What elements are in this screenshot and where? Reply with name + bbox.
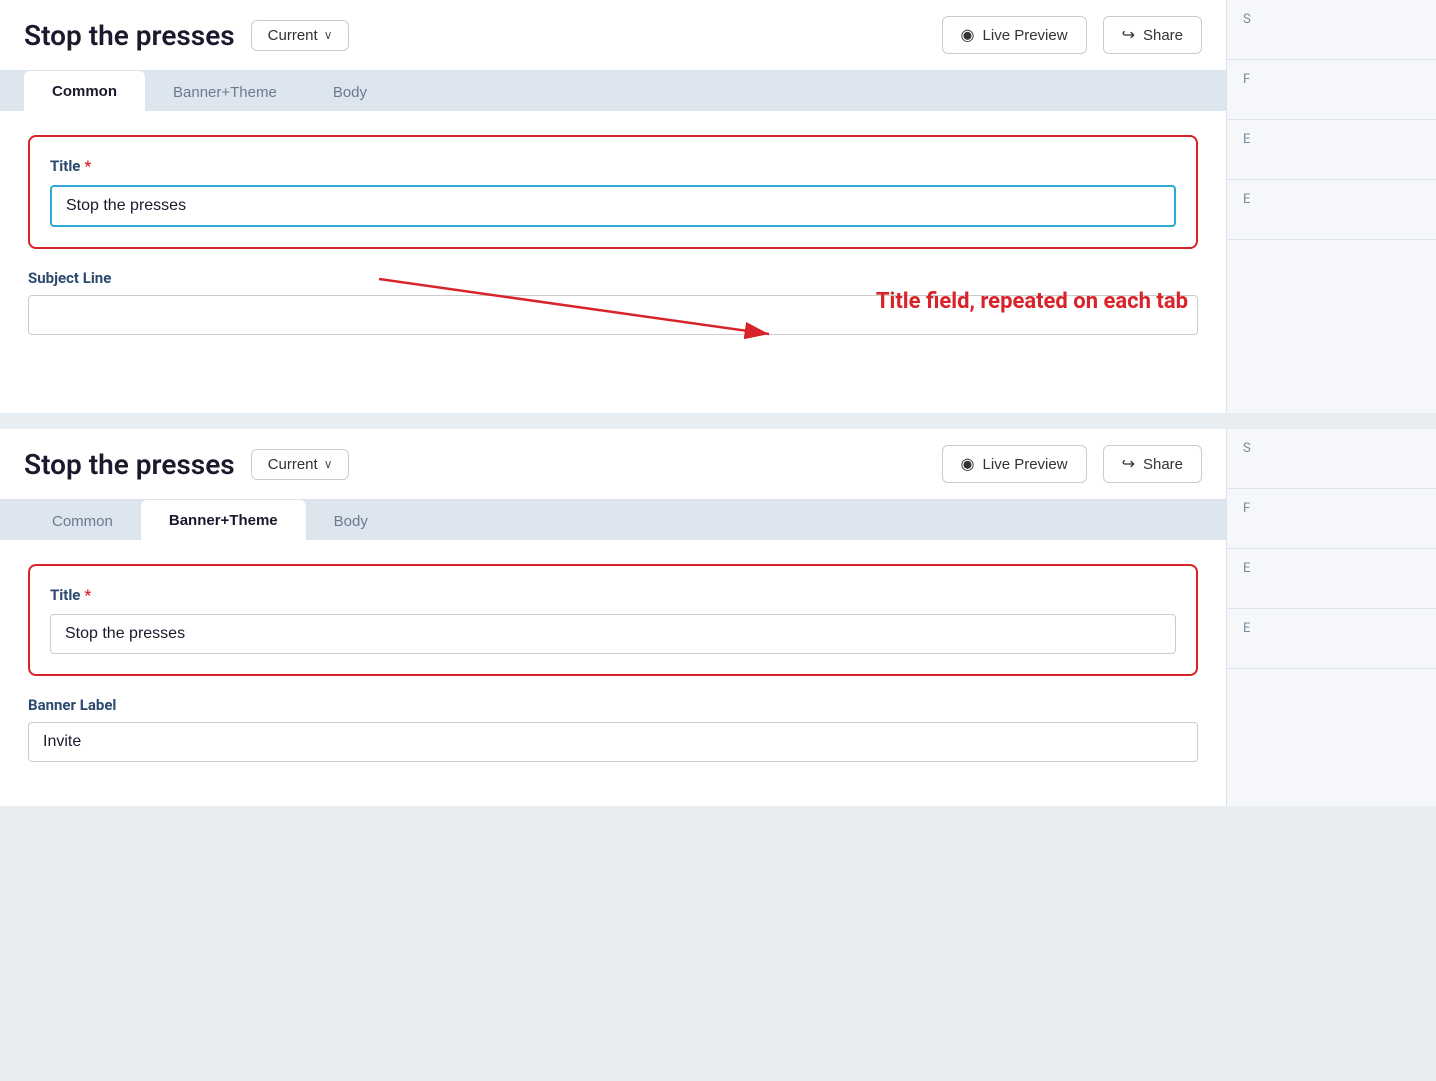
panel-divider <box>0 421 1436 429</box>
share-label-1: Share <box>1143 27 1183 44</box>
eye-icon-2: ◉ <box>961 454 975 474</box>
sidebar-item-3: E <box>1227 120 1436 180</box>
banner-label-label: Banner Label <box>28 696 1198 714</box>
version-label-1: Current <box>268 27 318 44</box>
sidebar-item-6: F <box>1227 489 1436 549</box>
tab-common-2[interactable]: Common <box>24 501 141 540</box>
panel-1-layout: Stop the presses Current ∨ ◉ Live Previe… <box>0 0 1436 413</box>
title-field-section-1: Title * <box>28 135 1198 249</box>
sidebar-item-7: E <box>1227 549 1436 609</box>
tab-banner-theme-1[interactable]: Banner+Theme <box>145 72 305 111</box>
required-star-2: * <box>84 586 91 604</box>
required-star-1: * <box>84 157 91 175</box>
panel-2-body: Title * Banner Label <box>0 540 1226 806</box>
tabs-bar-2: Common Banner+Theme Body <box>0 500 1226 540</box>
sidebar-item-2: F <box>1227 60 1436 120</box>
panel-2-sidebar: S F E E <box>1226 429 1436 806</box>
tab-common-1[interactable]: Common <box>24 71 145 112</box>
title-label-2: Title * <box>50 586 1176 604</box>
annotation-area: Subject Line Title field, repeated on ea… <box>28 269 1198 389</box>
live-preview-label-1: Live Preview <box>983 27 1068 44</box>
panel-1-main: Stop the presses Current ∨ ◉ Live Previe… <box>0 0 1226 413</box>
tab-banner-theme-2[interactable]: Banner+Theme <box>141 500 306 541</box>
panel-2-main: Stop the presses Current ∨ ◉ Live Previe… <box>0 429 1226 806</box>
tab-body-1[interactable]: Body <box>305 72 395 111</box>
subject-line-label-1: Subject Line <box>28 269 1198 287</box>
panel-1-body: Title * Subject Line Title fie <box>0 111 1226 413</box>
panel-1: Stop the presses Current ∨ ◉ Live Previe… <box>0 0 1436 413</box>
banner-label-input[interactable] <box>28 722 1198 762</box>
title-label-1: Title * <box>50 157 1176 175</box>
page-title-2: Stop the presses <box>24 448 235 481</box>
share-button-1[interactable]: ↪ Share <box>1103 16 1202 54</box>
sidebar-item-5: S <box>1227 429 1436 489</box>
tabs-bar-1: Common Banner+Theme Body <box>0 71 1226 111</box>
live-preview-button-2[interactable]: ◉ Live Preview <box>942 445 1087 483</box>
title-input-2[interactable] <box>50 614 1176 654</box>
chevron-down-icon-2: ∨ <box>324 457 333 471</box>
panel-2: Stop the presses Current ∨ ◉ Live Previe… <box>0 429 1436 806</box>
annotation-text: Title field, repeated on each tab <box>876 289 1188 314</box>
share-label-2: Share <box>1143 456 1183 473</box>
banner-label-section: Banner Label <box>28 696 1198 762</box>
live-preview-button-1[interactable]: ◉ Live Preview <box>942 16 1087 54</box>
share-button-2[interactable]: ↪ Share <box>1103 445 1202 483</box>
title-field-section-2: Title * <box>28 564 1198 676</box>
panel-2-header: Stop the presses Current ∨ ◉ Live Previe… <box>0 429 1226 500</box>
version-dropdown-1[interactable]: Current ∨ <box>251 20 350 51</box>
panel-1-header: Stop the presses Current ∨ ◉ Live Previe… <box>0 0 1226 71</box>
tab-body-2[interactable]: Body <box>306 501 396 540</box>
live-preview-label-2: Live Preview <box>983 456 1068 473</box>
panel-2-layout: Stop the presses Current ∨ ◉ Live Previe… <box>0 429 1436 806</box>
page-title-1: Stop the presses <box>24 19 235 52</box>
sidebar-item-8: E <box>1227 609 1436 669</box>
version-label-2: Current <box>268 456 318 473</box>
share-icon-1: ↪ <box>1122 25 1135 45</box>
share-icon-2: ↪ <box>1122 454 1135 474</box>
version-dropdown-2[interactable]: Current ∨ <box>251 449 350 480</box>
chevron-down-icon-1: ∨ <box>324 28 333 42</box>
sidebar-item-1: S <box>1227 0 1436 60</box>
title-input-1[interactable] <box>50 185 1176 227</box>
eye-icon-1: ◉ <box>961 25 975 45</box>
panel-1-sidebar: S F E E <box>1226 0 1436 413</box>
sidebar-item-4: E <box>1227 180 1436 240</box>
